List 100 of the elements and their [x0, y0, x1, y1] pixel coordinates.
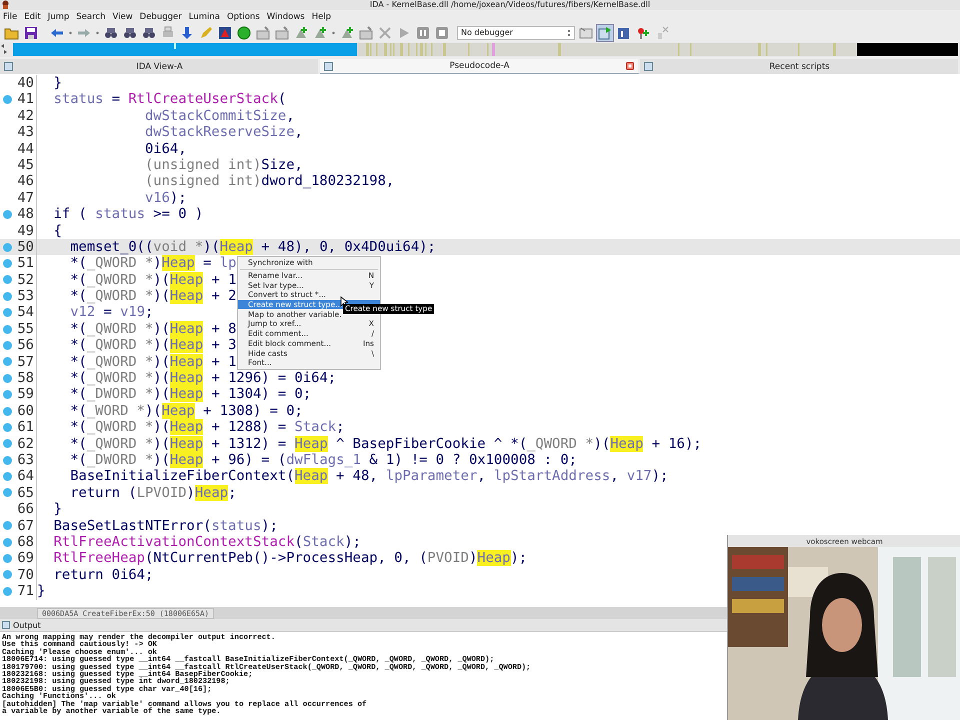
tab[interactable]: IDA View-A [0, 59, 320, 74]
breakpoint-dot-icon[interactable] [3, 472, 12, 482]
breakpoint-dot-icon[interactable] [3, 406, 12, 416]
code-line: *(_DWORD *)(Heap + 1304) = 0; [69, 386, 312, 403]
menu-item[interactable]: Debugger [140, 12, 182, 22]
breakpoint-dot-icon[interactable] [3, 340, 12, 350]
breakpoint-dot-icon[interactable] [3, 308, 12, 318]
line-number: 58 [16, 370, 35, 386]
code-line: *(_WORD *)(Heap + 1308) = 0; [69, 402, 303, 420]
line-number: 56 [16, 337, 35, 354]
line-number: 71 [16, 583, 35, 600]
code-line: v16); [144, 190, 187, 206]
dropdown-handle-icon [567, 28, 571, 38]
breakpoint-dot-icon[interactable] [3, 422, 12, 432]
menu-item[interactable]: Lumina [188, 12, 220, 22]
menu-item[interactable]: Search [76, 12, 106, 22]
menu-item[interactable]: Help [312, 12, 332, 22]
tab[interactable]: Recent scripts [640, 59, 960, 74]
menu-item[interactable]: Windows [266, 12, 305, 22]
line-number: 61 [16, 419, 35, 436]
breakpoint-dot-icon[interactable] [3, 586, 12, 596]
menu-item[interactable]: Options [226, 12, 260, 22]
breakpoint-dot-icon[interactable] [3, 95, 12, 104]
breakpoint-dot-icon[interactable] [3, 210, 12, 219]
breakpoint-dot-icon[interactable] [3, 390, 12, 400]
add-icon[interactable] [339, 24, 355, 40]
add-icon[interactable] [312, 24, 328, 40]
line-number: 62 [16, 436, 35, 452]
code-line: *(_QWORD *)(Heap + 1 [69, 272, 236, 288]
breakpoint-dot-icon[interactable] [3, 258, 12, 268]
line-number: 57 [16, 354, 35, 370]
window-icon [324, 62, 333, 70]
add-icon[interactable] [293, 24, 309, 40]
menu-item[interactable]: Edit [24, 12, 41, 22]
line-number: 54 [16, 304, 35, 321]
app-icon [1, 0, 10, 9]
breakpoint-dot-icon[interactable] [3, 374, 12, 383]
line-number: 46 [16, 173, 35, 190]
code-line: *(_QWORD *)(Heap + 3 [69, 337, 236, 354]
window-icon [4, 62, 13, 71]
code-line: BaseSetLastNTError(status); [52, 518, 278, 534]
code-line: *(_QWORD *)Heap = lp [69, 255, 236, 272]
code-icon[interactable] [597, 24, 613, 40]
stop-icon[interactable] [434, 24, 450, 40]
code-line: *(_QWORD *)(Heap + 8 [69, 320, 236, 338]
code-line: *(_QWORD *)(Heap + 1296) = 0i64; [69, 370, 336, 386]
code-line: v12 = v19; [69, 304, 154, 321]
breakpoint-dot-icon[interactable] [3, 570, 12, 580]
line-number: 49 [16, 222, 35, 239]
breakpoint-dot-icon[interactable] [3, 324, 12, 334]
breakpoint-dot-icon[interactable] [3, 275, 12, 284]
line-number: 67 [16, 518, 35, 534]
breakpoint-dot-icon[interactable] [3, 488, 12, 498]
close-icon[interactable] [626, 62, 634, 70]
line-number: 53 [16, 288, 35, 304]
tab[interactable]: Pseudocode-A [320, 59, 640, 74]
code-line: memset_0((void *)(Heap + 48), 0, 0x4D0ui64); [69, 238, 436, 256]
code-line: } [52, 501, 62, 518]
code-line: dwStackCommitSize, [144, 108, 295, 124]
circle-icon[interactable] [236, 24, 252, 40]
menu-item[interactable]: Jump [48, 12, 70, 22]
window-icon[interactable] [255, 24, 271, 40]
line-number: 50 [16, 238, 35, 256]
line-number: 68 [16, 534, 35, 550]
line-number: 51 [16, 255, 35, 272]
navigation-band-drawing[interactable] [12, 42, 958, 57]
breakpoint-dot-icon[interactable] [3, 242, 12, 252]
menu-item[interactable]: View [112, 12, 133, 22]
code-line: RtlFreeActivationContextStack(Stack); [52, 534, 361, 550]
breakpoint-dot-icon[interactable] [3, 439, 12, 448]
code-line: *(_DWORD *)(Heap + 96) = (dwFlags_1 & 1) != 0 ? 0x100008 : 0; [69, 452, 577, 468]
window-icon[interactable] [358, 24, 374, 40]
save-icon[interactable] [23, 24, 39, 40]
code-line: { [52, 222, 62, 239]
code-line: return (LPVOID)Heap; [69, 484, 236, 502]
warning-icon[interactable] [217, 24, 233, 40]
window-title: IDA - KernelBase.dll /home/joxean/Videos/futures/fibers/KernelBase.dll [370, 0, 650, 10]
window-icon[interactable] [274, 24, 290, 40]
line-number: 48 [16, 206, 35, 223]
breakpoint-dot-icon[interactable] [3, 456, 12, 465]
breakpoint-dot-icon[interactable] [3, 554, 12, 564]
code-line: (unsigned int)dword_180232198, [144, 173, 394, 190]
window-icon [2, 621, 10, 629]
line-number: 55 [16, 320, 35, 338]
line-number: 45 [16, 156, 35, 174]
line-number: 63 [16, 452, 35, 468]
code-line: dwStackReserveSize, [144, 124, 303, 141]
code-line: } [52, 75, 62, 92]
breakpoint-dot-icon[interactable] [3, 357, 12, 366]
line-number: 52 [16, 272, 35, 288]
pause-icon[interactable] [415, 24, 431, 40]
breakpoint-dot-icon[interactable] [3, 292, 12, 301]
debugger-dropdown[interactable]: No debugger [457, 26, 575, 40]
code-line: } [37, 583, 46, 600]
menu-item[interactable]: File [3, 12, 18, 22]
code-line: return 0i64; [52, 566, 154, 584]
breakpoint-dot-icon[interactable] [3, 538, 12, 547]
code-line: *(_QWORD *)(Heap + 2 [69, 288, 236, 304]
line-number: 60 [16, 402, 35, 420]
breakpoint-dot-icon[interactable] [3, 521, 12, 530]
